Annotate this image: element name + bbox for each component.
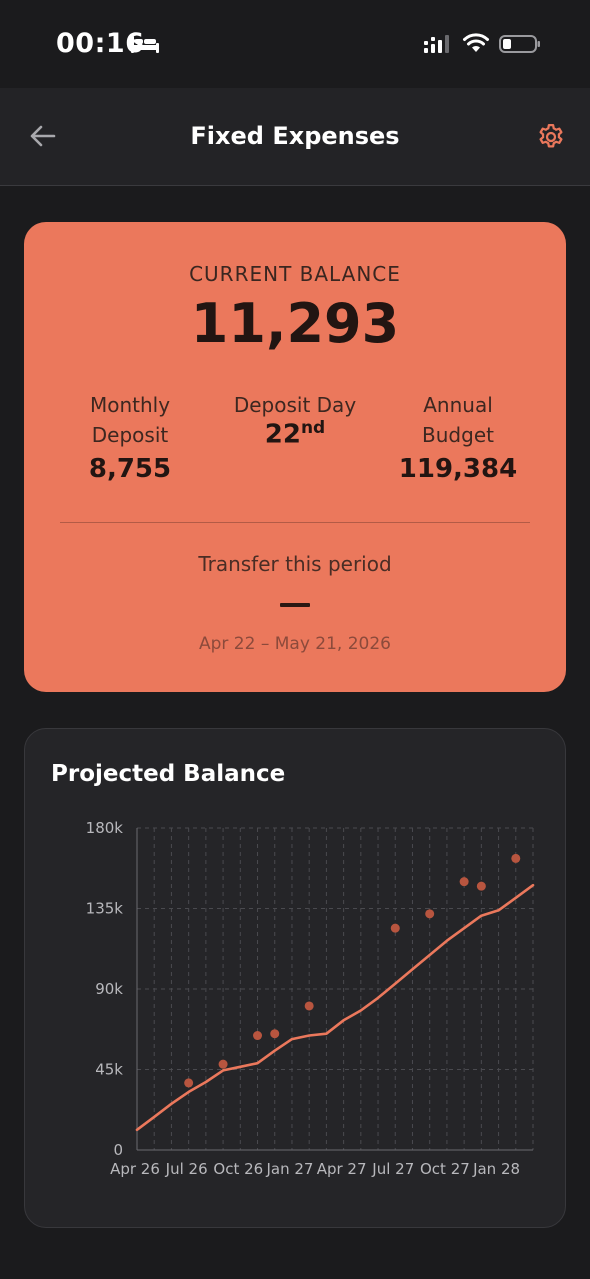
x-tick-label: Apr 26 — [110, 1160, 160, 1178]
x-tick-label: Oct 27 — [420, 1160, 470, 1178]
data-point — [390, 923, 400, 933]
data-point — [304, 1001, 314, 1011]
monthly-deposit-label-line2: Deposit — [91, 423, 169, 447]
data-point — [425, 909, 435, 919]
data-point — [218, 1059, 228, 1069]
deposit-day-stat: Deposit Day 22nd — [205, 390, 385, 450]
data-point — [459, 877, 469, 887]
data-point — [476, 881, 486, 891]
current-balance-label: CURRENT BALANCE — [189, 262, 401, 286]
deposit-day-number: 22 — [264, 419, 301, 450]
x-tick-label: Oct 26 — [213, 1160, 263, 1178]
y-tick-label: 90k — [95, 980, 123, 998]
x-tick-label: Jul 26 — [165, 1160, 208, 1178]
balance-card: CURRENT BALANCE 11,293 Monthly Deposit 8… — [24, 222, 566, 692]
monthly-deposit-value: 8,755 — [88, 454, 172, 484]
annual-budget-label-line2: Budget — [422, 423, 494, 447]
projected-balance-chart: 0 45k 90k 135k 180k Apr 26 Jul 26 Oct 26 Jan 27 A… — [86, 819, 535, 1178]
y-tick-label: 135k — [86, 900, 124, 918]
monthly-deposit-label-line1: Monthly — [89, 393, 171, 417]
data-point — [511, 853, 521, 863]
data-point — [184, 1078, 194, 1088]
monthly-deposit-stat: Monthly Deposit 8,755 — [40, 390, 220, 484]
bed-icon — [131, 36, 159, 53]
page-title: Fixed Expenses — [190, 122, 400, 150]
annual-budget-stat: Annual Budget 119,384 — [368, 390, 548, 484]
period-range: Apr 22 – May 21, 2026 — [198, 634, 391, 654]
deposit-day-value: 22nd — [205, 418, 385, 450]
annual-budget-value: 119,384 — [398, 454, 518, 484]
status-bar: 00:16 — [0, 0, 590, 88]
x-tick-label: Jan 27 — [265, 1160, 313, 1178]
current-balance-value: 11,293 — [190, 292, 400, 355]
data-point — [253, 1031, 263, 1041]
projected-balance-card: Projected Balance 0 45k 90k 135k 180k Apr 26 J… — [24, 728, 566, 1228]
deposit-day-suffix: nd — [300, 418, 326, 438]
x-tick-label: Jan 28 — [472, 1160, 520, 1178]
card-divider — [60, 522, 530, 523]
annual-budget-label: Annual Budget — [368, 390, 548, 450]
y-tick-label: 180k — [86, 819, 124, 837]
monthly-deposit-label: Monthly Deposit — [40, 390, 220, 450]
annual-budget-label-line1: Annual — [423, 393, 493, 417]
x-tick-label: Apr 27 — [317, 1160, 367, 1178]
nav-bar: Fixed Expenses — [0, 88, 590, 186]
x-tick-label: Jul 27 — [371, 1160, 414, 1178]
settings-button[interactable] — [532, 118, 570, 156]
transfer-value-dash — [280, 603, 310, 607]
wifi-icon — [463, 33, 489, 52]
transfer-label: Transfer this period — [198, 552, 392, 576]
deposit-day-label: Deposit Day — [233, 393, 357, 417]
cellular-signal-icon — [424, 35, 449, 53]
gear-icon — [539, 124, 563, 148]
battery-icon — [499, 35, 540, 53]
data-point — [270, 1029, 280, 1039]
series-line — [135, 883, 535, 1132]
y-tick-label: 45k — [95, 1061, 123, 1079]
y-tick-label: 0 — [113, 1141, 123, 1159]
